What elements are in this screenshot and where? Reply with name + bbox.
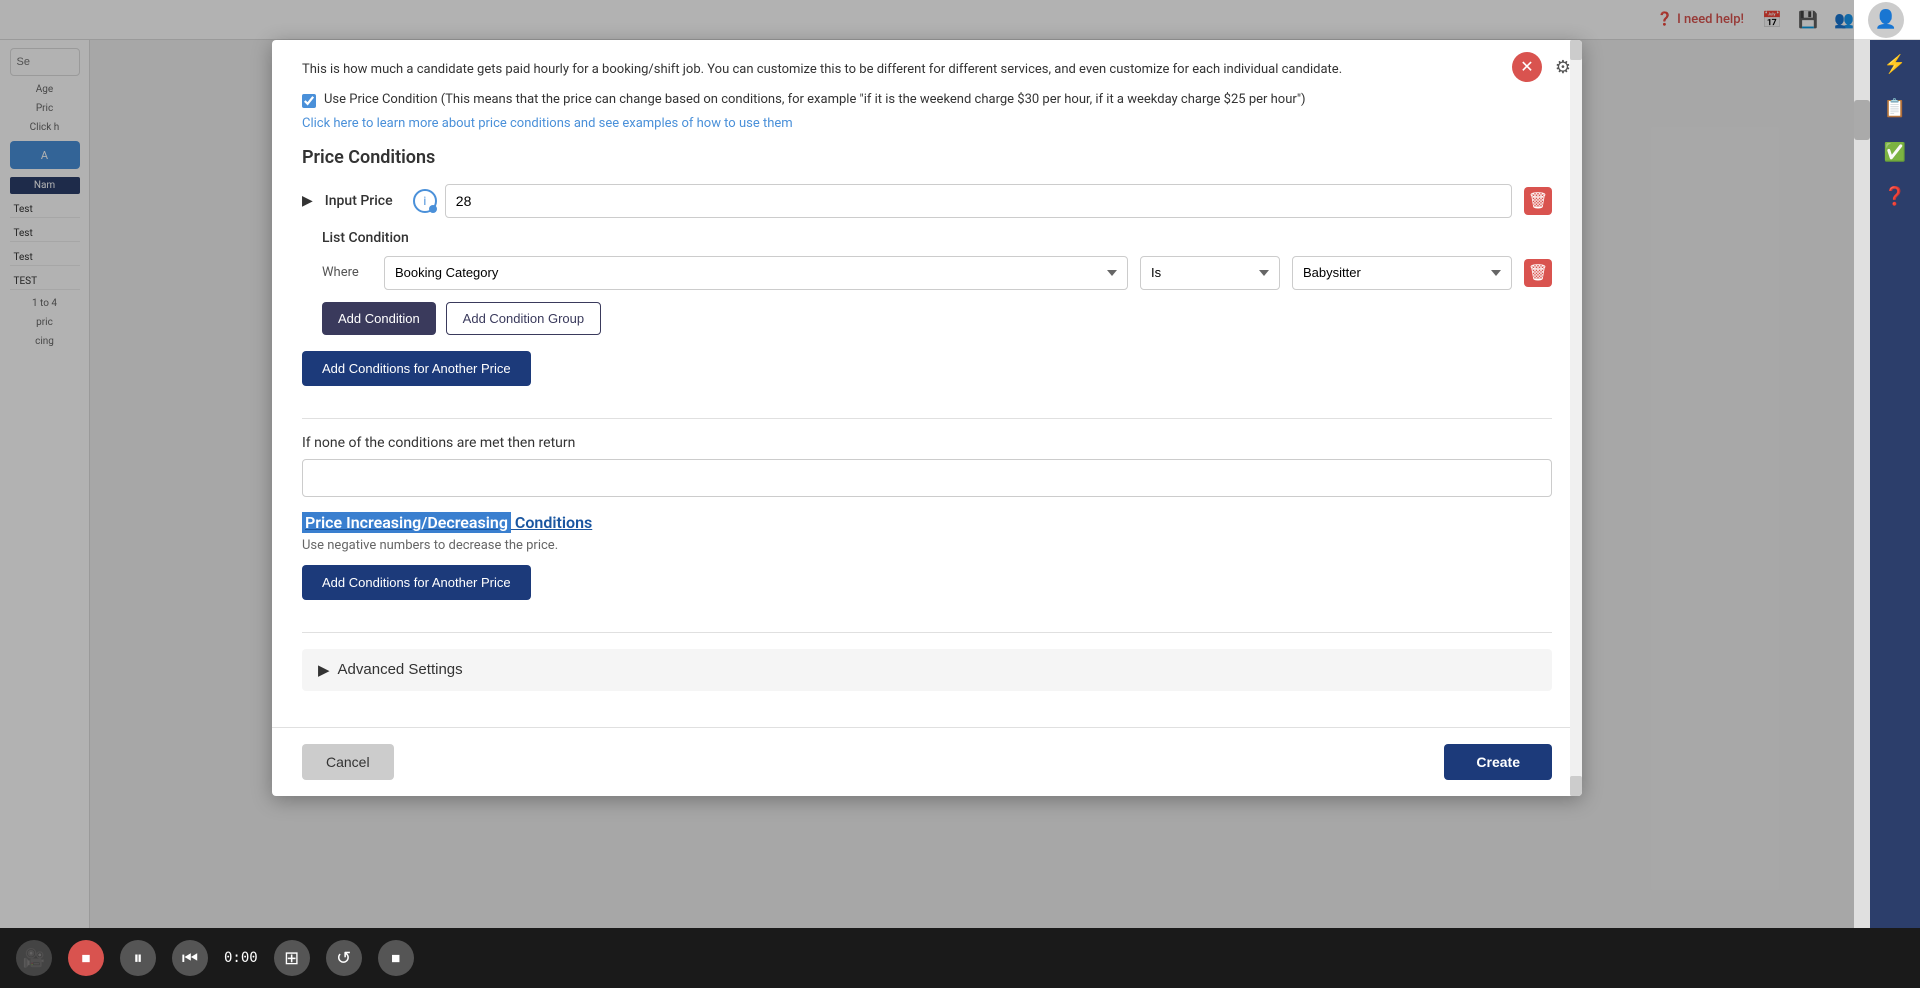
price-increasing-title[interactable]: Price Increasing/Decreasing Conditions	[302, 513, 1552, 532]
if-none-input[interactable]	[302, 459, 1552, 497]
modal: ✕ ⚙ This is how much a candidate gets pa…	[272, 40, 1582, 796]
create-button[interactable]: Create	[1444, 744, 1552, 780]
modal-overlay: ✕ ⚙ This is how much a candidate gets pa…	[0, 0, 1854, 988]
condition-field-select[interactable]: Booking Category Day of Week Time of Day	[384, 256, 1128, 290]
add-conditions-another-price-button-2[interactable]: Add Conditions for Another Price	[302, 565, 531, 600]
if-none-label: If none of the conditions are met then r…	[302, 435, 1552, 451]
condition-operator-select[interactable]: Is Is Not Contains	[1140, 256, 1280, 290]
modal-settings-button[interactable]: ⚙	[1548, 52, 1578, 82]
grid-button[interactable]: ⊞	[274, 940, 310, 976]
stop-button-2[interactable]: ⏹	[378, 940, 414, 976]
stop-recording-button[interactable]: ⏹	[68, 940, 104, 976]
delete-condition-button[interactable]: 🗑	[1524, 259, 1552, 287]
modal-body: This is how much a candidate gets paid h…	[272, 40, 1582, 727]
price-increasing-title-highlight: Price Increasing/Decreasing	[302, 512, 511, 533]
avatar[interactable]: 👤	[1868, 2, 1904, 38]
divider-1	[302, 418, 1552, 419]
where-label: Where	[322, 265, 372, 280]
modal-close-button[interactable]: ✕	[1512, 52, 1542, 82]
add-condition-group-button[interactable]: Add Condition Group	[446, 302, 601, 335]
checkbox-label[interactable]: Use Price Condition (This means that the…	[324, 92, 1306, 107]
modal-footer: Cancel Create	[272, 727, 1582, 796]
price-toggle-arrow[interactable]: ▶	[302, 192, 313, 209]
panel-icon-3[interactable]: ✅	[1879, 136, 1911, 168]
input-price-row: ▶ Input Price i 🗑	[302, 184, 1552, 218]
condition-buttons-row: Add Condition Add Condition Group	[322, 302, 1552, 335]
delete-price-button[interactable]: 🗑	[1524, 187, 1552, 215]
use-price-condition-checkbox[interactable]	[302, 94, 316, 108]
back-button[interactable]: ⏮	[172, 940, 208, 976]
advanced-settings-label: Advanced Settings	[338, 661, 463, 678]
scroll-track[interactable]	[1854, 40, 1870, 988]
modal-scroll-thumb-bottom	[1570, 776, 1582, 796]
timer-display: 0:00	[224, 950, 258, 966]
bottom-toolbar: 🎥 ⏹ ⏸ ⏮ 0:00 ⊞ ↺ ⏹	[0, 928, 1920, 988]
circular-info-icon[interactable]: i	[413, 189, 437, 213]
pause-button[interactable]: ⏸	[120, 940, 156, 976]
panel-icon-1[interactable]: ⚡	[1879, 48, 1911, 80]
section-title: Price Conditions	[302, 147, 1552, 168]
condition-value-select[interactable]: Babysitter Nanny Driver	[1292, 256, 1512, 290]
advanced-settings-section: ▶ Advanced Settings	[302, 649, 1552, 691]
video-button[interactable]: 🎥	[16, 940, 52, 976]
checkbox-row: Use Price Condition (This means that the…	[302, 92, 1552, 108]
price-increasing-title-rest: Conditions	[511, 513, 592, 532]
divider-2	[302, 632, 1552, 633]
panel-icon-4[interactable]: ❓	[1879, 180, 1911, 212]
right-panel: ⚡ 📋 ✅ ❓	[1870, 40, 1920, 988]
modal-scroll-track[interactable]	[1570, 40, 1582, 796]
input-price-label: Input Price	[325, 193, 405, 209]
panel-icon-2[interactable]: 📋	[1879, 92, 1911, 124]
advanced-toggle-icon: ▶	[318, 661, 330, 679]
reset-button[interactable]: ↺	[326, 940, 362, 976]
price-increasing-section: Price Increasing/Decreasing Conditions U…	[302, 513, 1552, 616]
input-price-container: Input Price i	[325, 184, 1512, 218]
add-condition-button[interactable]: Add Condition	[322, 302, 436, 335]
advanced-settings-toggle[interactable]: ▶ Advanced Settings	[318, 661, 463, 679]
scroll-thumb	[1854, 100, 1870, 140]
price-increasing-subtitle: Use negative numbers to decrease the pri…	[302, 538, 1552, 553]
learn-more-link[interactable]: Click here to learn more about price con…	[302, 116, 1552, 131]
cancel-button[interactable]: Cancel	[302, 744, 394, 780]
list-condition-label: List Condition	[322, 230, 1552, 246]
condition-row: Where Booking Category Day of Week Time …	[322, 256, 1552, 290]
price-input[interactable]	[445, 184, 1512, 218]
add-conditions-another-price-button-1[interactable]: Add Conditions for Another Price	[302, 351, 531, 386]
info-text: This is how much a candidate gets paid h…	[302, 60, 1552, 80]
